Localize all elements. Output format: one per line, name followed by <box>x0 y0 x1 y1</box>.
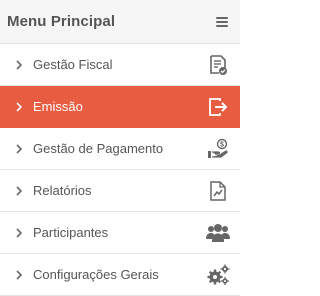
chevron-right-icon <box>16 269 26 281</box>
gears-icon <box>206 263 230 287</box>
chevron-right-icon <box>16 227 26 239</box>
fiscal-document-icon <box>206 53 230 77</box>
menu-title: Menu Principal <box>7 13 116 30</box>
chevron-right-icon <box>16 143 26 155</box>
menu-item-participantes[interactable]: Participantes <box>0 212 240 254</box>
menu-item-label: Emissão <box>33 99 83 114</box>
report-chart-icon <box>206 179 230 203</box>
menu-item-gestao-pagamento[interactable]: Gestão de Pagamento $ <box>0 128 240 170</box>
menu-item-configuracoes-gerais[interactable]: Configurações Gerais <box>0 254 240 296</box>
export-icon <box>206 95 230 119</box>
menu-header: Menu Principal <box>0 0 240 44</box>
menu-item-label: Configurações Gerais <box>33 267 159 282</box>
menu-item-label: Participantes <box>33 225 109 240</box>
svg-text:$: $ <box>220 141 224 148</box>
main-menu: Menu Principal Gestão Fiscal Emissão Ges… <box>0 0 240 296</box>
hamburger-icon[interactable] <box>216 16 228 27</box>
menu-item-relatorios[interactable]: Relatórios <box>0 170 240 212</box>
chevron-right-icon <box>16 185 26 197</box>
chevron-right-icon <box>16 101 26 113</box>
menu-item-gestao-fiscal[interactable]: Gestão Fiscal <box>0 44 240 86</box>
menu-item-label: Gestão Fiscal <box>33 57 113 72</box>
users-icon <box>206 221 230 245</box>
menu-item-label: Relatórios <box>33 183 92 198</box>
menu-item-emissao[interactable]: Emissão <box>0 86 240 128</box>
chevron-right-icon <box>16 59 26 71</box>
menu-item-label: Gestão de Pagamento <box>33 141 164 156</box>
payment-icon: $ <box>206 137 230 161</box>
